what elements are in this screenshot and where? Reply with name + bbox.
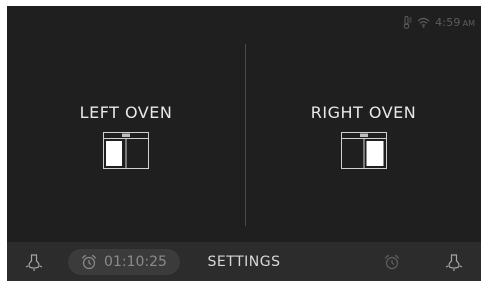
timer-button[interactable]: 01:10:25 — [68, 249, 180, 275]
left-oven-button[interactable]: LEFT OVEN — [7, 44, 245, 234]
light-bulb-icon — [445, 254, 463, 271]
status-bar: 4:59 AM — [403, 16, 475, 29]
status-time: 4:59 — [435, 16, 461, 29]
right-oven-button[interactable]: RIGHT OVEN — [246, 44, 481, 234]
oven-control-screen: 4:59 AM LEFT OVEN RIGHT OVEN 01:10:25 SE… — [7, 6, 481, 281]
alarm-clock-icon — [384, 254, 400, 270]
right-oven-label: RIGHT OVEN — [310, 103, 417, 122]
left-light-button[interactable] — [21, 249, 47, 275]
bottom-bar: 01:10:25 SETTINGS — [7, 242, 481, 281]
alarm-button[interactable] — [379, 249, 405, 275]
thermometer-icon — [403, 16, 412, 29]
status-ampm: AM — [462, 19, 475, 28]
timer-value: 01:10:25 — [104, 254, 167, 270]
right-light-button[interactable] — [441, 249, 467, 275]
right-oven-icon — [340, 132, 387, 169]
left-oven-label: LEFT OVEN — [79, 103, 173, 122]
alarm-clock-icon — [81, 254, 97, 270]
left-oven-icon — [103, 132, 149, 169]
clock-time: 4:59 AM — [435, 16, 475, 29]
light-bulb-icon — [25, 254, 43, 271]
wifi-icon — [417, 17, 430, 28]
settings-button[interactable]: SETTINGS — [199, 249, 289, 275]
